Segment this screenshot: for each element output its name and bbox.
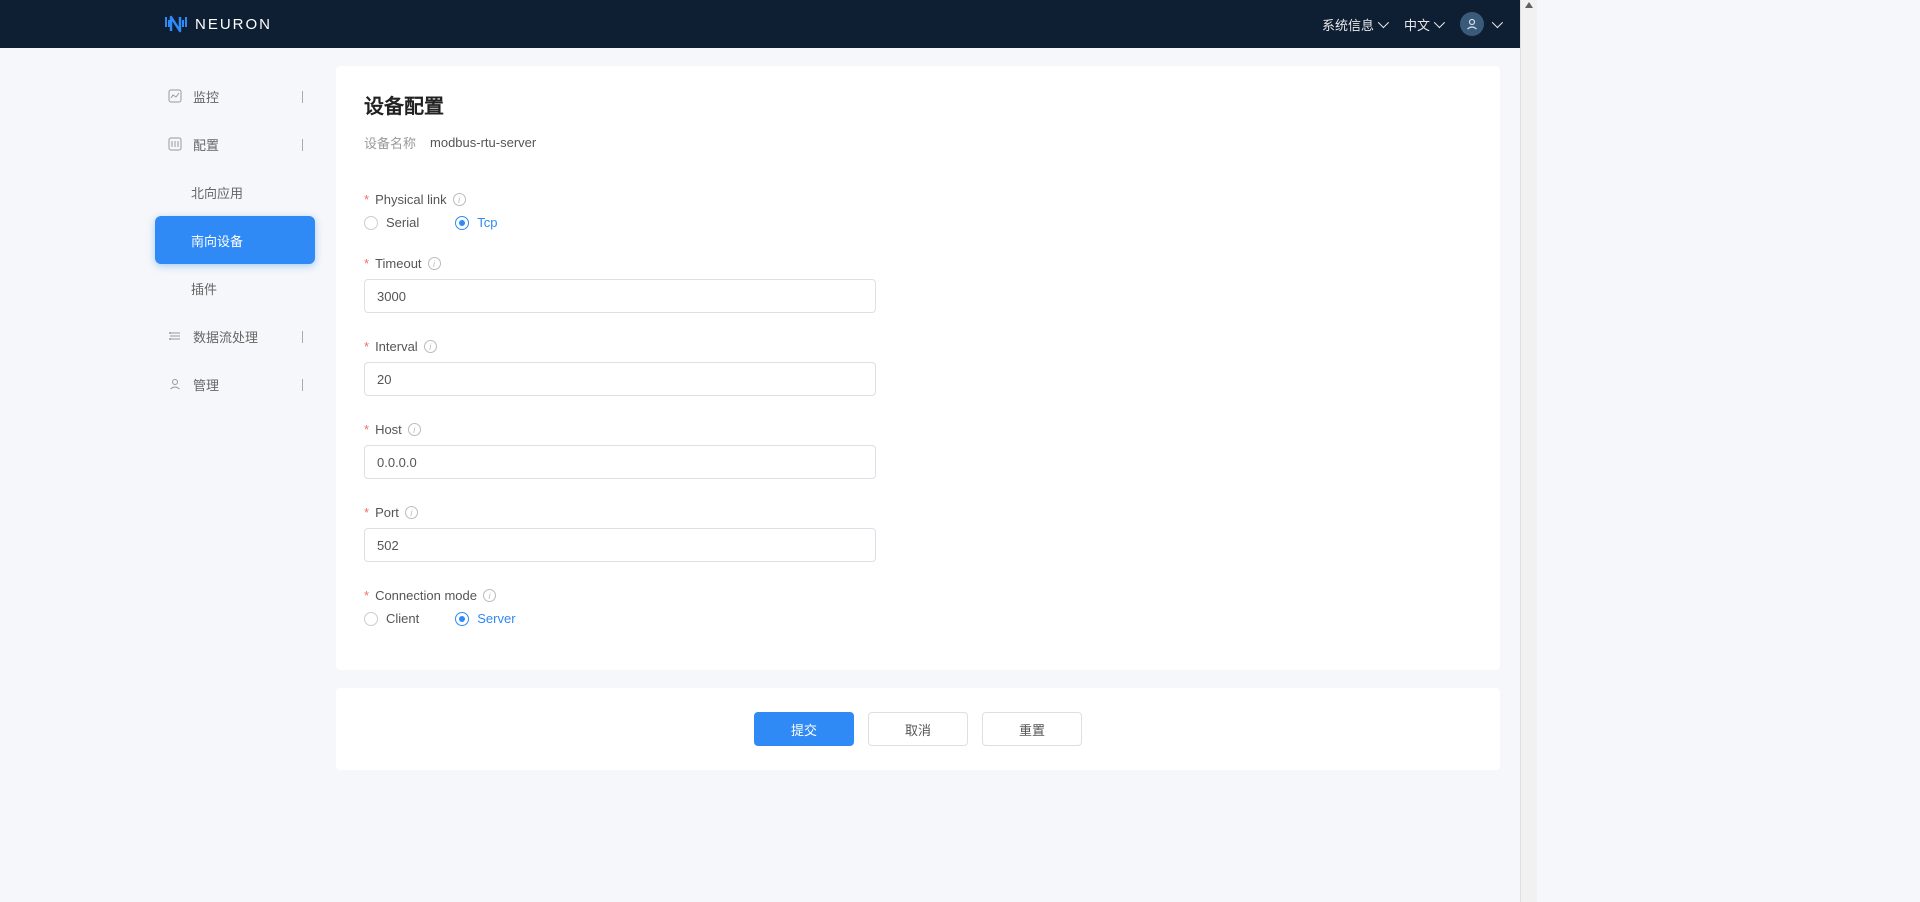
radio-tcp[interactable]: Tcp <box>455 215 497 230</box>
sidebar-label: 数据流处理 <box>193 327 302 346</box>
field-port: * Port i <box>364 505 1472 562</box>
cancel-button[interactable]: 取消 <box>868 712 968 746</box>
field-timeout: * Timeout i <box>364 256 1472 313</box>
logo-icon <box>165 15 187 33</box>
sidebar-subitem-north-app[interactable]: 北向应用 <box>155 168 315 216</box>
info-icon[interactable]: i <box>424 340 437 353</box>
logo[interactable]: NEURON <box>165 15 272 33</box>
field-label: Port <box>375 505 399 520</box>
radio-circle-icon <box>455 612 469 626</box>
info-icon[interactable]: i <box>453 193 466 206</box>
chevron-down-icon <box>1378 17 1389 28</box>
required-indicator: * <box>364 192 369 207</box>
chevron-down-icon <box>302 331 303 342</box>
sidebar-label: 插件 <box>191 279 217 298</box>
radio-circle-icon <box>455 216 469 230</box>
sidebar-item-monitoring[interactable]: 监控 <box>155 72 315 120</box>
radio-circle-icon <box>364 216 378 230</box>
required-indicator: * <box>364 339 369 354</box>
host-input[interactable] <box>364 445 876 479</box>
sidebar-label: 监控 <box>193 87 302 106</box>
stream-icon <box>167 329 183 343</box>
sidebar-subitem-plugin[interactable]: 插件 <box>155 264 315 312</box>
main-panel: 设备配置 设备名称 modbus-rtu-server * Physical l… <box>318 48 1520 902</box>
radio-label: Client <box>386 611 419 626</box>
required-indicator: * <box>364 588 369 603</box>
required-indicator: * <box>364 422 369 437</box>
user-menu[interactable] <box>1460 12 1500 36</box>
device-name-label: 设备名称 <box>364 133 416 152</box>
topbar: NEURON 系统信息 中文 <box>0 0 1520 48</box>
field-physical-link: * Physical link i Serial Tcp <box>364 192 1472 230</box>
field-label: Interval <box>375 339 418 354</box>
system-info-menu[interactable]: 系统信息 <box>1322 15 1386 34</box>
sidebar-label: 南向设备 <box>191 231 243 250</box>
device-name-row: 设备名称 modbus-rtu-server <box>364 133 1472 152</box>
sidebar-subitem-south-device[interactable]: 南向设备 <box>155 216 315 264</box>
config-icon <box>167 137 183 151</box>
radio-label: Serial <box>386 215 419 230</box>
field-interval: * Interval i <box>364 339 1472 396</box>
radio-client[interactable]: Client <box>364 611 419 626</box>
brand-text: NEURON <box>195 16 272 33</box>
radio-circle-icon <box>364 612 378 626</box>
footer-actions: 提交 取消 重置 <box>336 688 1500 770</box>
required-indicator: * <box>364 505 369 520</box>
chevron-down-icon <box>1434 17 1445 28</box>
interval-input[interactable] <box>364 362 876 396</box>
reset-button[interactable]: 重置 <box>982 712 1082 746</box>
sidebar-label: 管理 <box>193 375 302 394</box>
chevron-down-icon <box>1492 17 1503 28</box>
info-icon[interactable]: i <box>405 506 418 519</box>
sidebar-label: 配置 <box>193 135 302 154</box>
field-label: Physical link <box>375 192 447 207</box>
window-scrollbar[interactable] <box>1520 0 1537 902</box>
language-menu[interactable]: 中文 <box>1404 15 1442 34</box>
chevron-down-icon <box>302 91 303 102</box>
sidebar-item-config[interactable]: 配置 <box>155 120 315 168</box>
timeout-input[interactable] <box>364 279 876 313</box>
required-indicator: * <box>364 256 369 271</box>
device-name-value: modbus-rtu-server <box>430 135 536 150</box>
sidebar-label: 北向应用 <box>191 183 243 202</box>
scrollbar-up-icon <box>1525 2 1533 8</box>
info-icon[interactable]: i <box>408 423 421 436</box>
system-info-label: 系统信息 <box>1322 15 1374 34</box>
language-label: 中文 <box>1404 15 1430 34</box>
info-icon[interactable]: i <box>428 257 441 270</box>
sidebar: 监控 配置 北向应用 南向设备 插件 <box>0 48 318 902</box>
radio-label: Server <box>477 611 515 626</box>
radio-label: Tcp <box>477 215 497 230</box>
port-input[interactable] <box>364 528 876 562</box>
field-host: * Host i <box>364 422 1472 479</box>
field-label: Connection mode <box>375 588 477 603</box>
field-label: Timeout <box>375 256 421 271</box>
avatar-icon <box>1460 12 1484 36</box>
page-title: 设备配置 <box>364 90 1472 119</box>
admin-icon <box>167 377 183 391</box>
sidebar-item-stream[interactable]: 数据流处理 <box>155 312 315 360</box>
sidebar-item-admin[interactable]: 管理 <box>155 360 315 408</box>
radio-serial[interactable]: Serial <box>364 215 419 230</box>
field-connection-mode: * Connection mode i Client Server <box>364 588 1472 626</box>
radio-server[interactable]: Server <box>455 611 515 626</box>
info-icon[interactable]: i <box>483 589 496 602</box>
monitoring-icon <box>167 89 183 103</box>
submit-button[interactable]: 提交 <box>754 712 854 746</box>
config-card: 设备配置 设备名称 modbus-rtu-server * Physical l… <box>336 66 1500 670</box>
chevron-down-icon <box>302 379 303 390</box>
chevron-up-icon <box>302 139 303 150</box>
field-label: Host <box>375 422 402 437</box>
